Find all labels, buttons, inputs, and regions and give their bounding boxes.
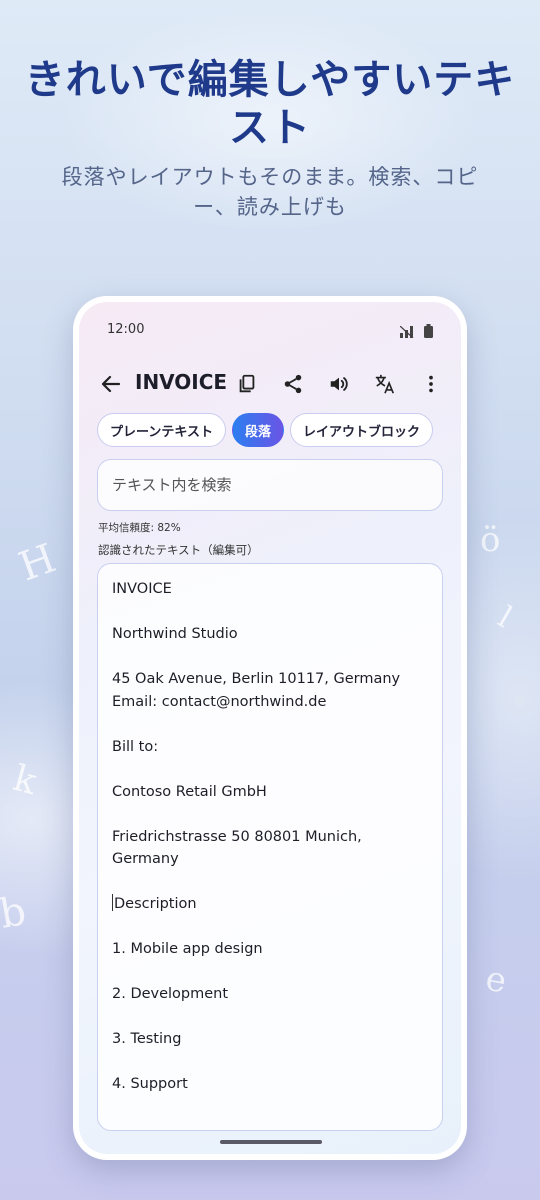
more-vert-icon[interactable] xyxy=(419,372,443,396)
signal-icon xyxy=(399,323,414,342)
text-line-with-caret: Description xyxy=(112,893,428,916)
text-line xyxy=(112,646,428,669)
decorative-glyph: l xyxy=(491,599,518,636)
text-line: Email: contact@northwind.de xyxy=(112,693,327,710)
status-bar: 12:00 xyxy=(79,318,461,342)
text-caret xyxy=(112,894,113,911)
text-line-content: Description xyxy=(114,896,197,912)
copy-icon[interactable] xyxy=(235,372,259,396)
text-line xyxy=(112,601,428,624)
phone-frame: 12:00 INVOICE プレーンテキスト 段落 レイアウトブロック テキスト… xyxy=(73,296,467,1160)
confidence-label: 平均信頼度: 82% xyxy=(98,522,181,534)
text-line xyxy=(112,961,428,984)
toolbar-actions xyxy=(235,372,443,396)
text-line xyxy=(112,871,428,894)
view-mode-chips: プレーンテキスト 段落 レイアウトブロック xyxy=(97,413,433,447)
text-line: Northwind Studio xyxy=(112,626,238,642)
recognized-text-label: 認識されたテキスト（編集可） xyxy=(98,543,259,557)
status-time: 12:00 xyxy=(107,322,145,337)
text-line: INVOICE xyxy=(112,581,172,597)
decorative-glyph: H xyxy=(13,535,62,591)
text-line: 2. Development xyxy=(112,986,229,1002)
decorative-glyph: ö xyxy=(480,520,501,560)
text-line: 4. Support xyxy=(112,1076,188,1092)
gesture-nav-bar[interactable] xyxy=(220,1140,322,1144)
decorative-glyph: b xyxy=(0,888,30,938)
text-line xyxy=(112,758,428,781)
text-line xyxy=(112,1006,428,1029)
back-arrow-icon[interactable] xyxy=(99,372,123,396)
volume-icon[interactable] xyxy=(327,372,351,396)
recognized-text-editor[interactable]: INVOICE Northwind Studio 45 Oak Avenue, … xyxy=(97,563,443,1131)
text-line: Friedrichstrasse 50 80801 Munich, xyxy=(112,828,362,845)
subheadline: 段落やレイアウトもそのまま。検索、コピー、読み上げも xyxy=(61,165,479,219)
text-line xyxy=(112,713,428,736)
app-screen: 12:00 INVOICE プレーンテキスト 段落 レイアウトブロック テキスト… xyxy=(79,302,461,1154)
translate-icon[interactable] xyxy=(373,372,397,396)
text-line xyxy=(112,803,428,826)
text-line: Bill to: xyxy=(112,738,159,755)
text-line: Germany xyxy=(112,851,179,867)
app-bar: INVOICE xyxy=(79,364,461,404)
text-line xyxy=(112,916,428,939)
text-line xyxy=(112,1051,428,1074)
headline: きれいで編集しやすいテキスト xyxy=(24,57,516,151)
battery-icon xyxy=(424,323,433,342)
text-line: Contoso Retail GmbH xyxy=(112,783,267,800)
chip-plain-text[interactable]: プレーンテキスト xyxy=(97,413,226,447)
text-line: 45 Oak Avenue, Berlin 10117, Germany xyxy=(112,671,401,687)
app-title: INVOICE xyxy=(135,370,228,394)
text-line: 1. Mobile app design xyxy=(112,941,263,957)
decorative-glyph: k xyxy=(9,757,41,804)
chip-layout-blocks[interactable]: レイアウトブロック xyxy=(289,413,433,447)
status-icons xyxy=(399,323,433,342)
share-icon[interactable] xyxy=(281,372,305,396)
search-input[interactable] xyxy=(97,459,443,511)
text-line: 3. Testing xyxy=(112,1031,182,1047)
decorative-glyph: e xyxy=(482,958,510,1002)
chip-paragraph[interactable]: 段落 xyxy=(231,413,284,447)
